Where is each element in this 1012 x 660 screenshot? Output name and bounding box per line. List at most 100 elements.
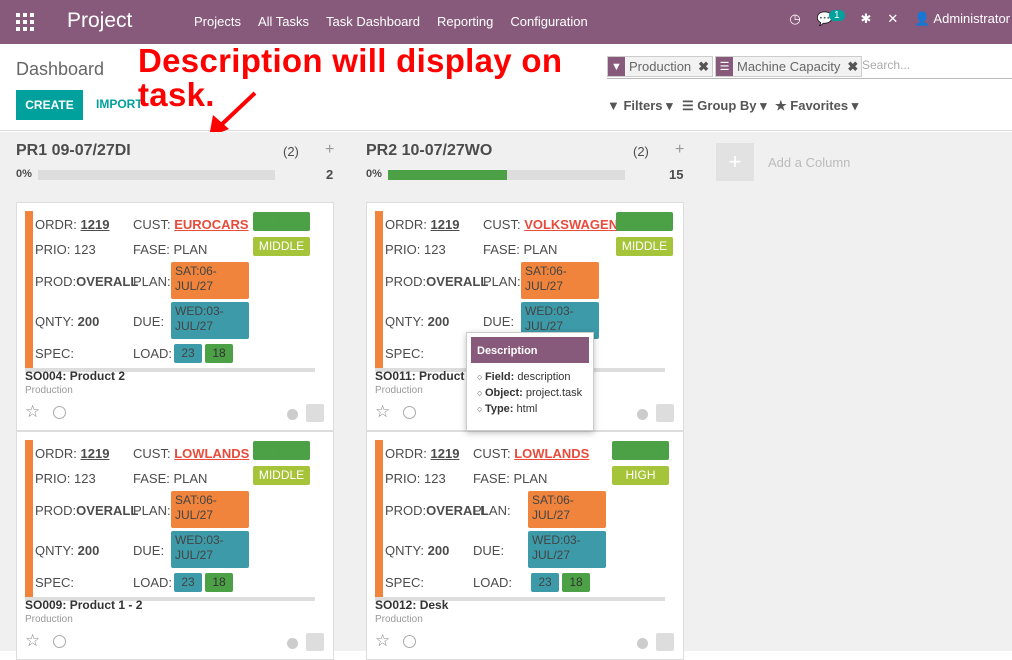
- priority-star-icon[interactable]: ☆: [375, 631, 390, 651]
- fase-field: FASE: PLAN: [133, 471, 207, 486]
- kanban-state-icon[interactable]: [287, 638, 298, 649]
- task-card[interactable]: ORDR: 1219 CUST: EUROCARS PROD PRIO: 123…: [16, 202, 334, 431]
- groupby-icon: ☰: [716, 57, 733, 76]
- ordr-value[interactable]: 1219: [431, 217, 460, 232]
- card-project: Production: [25, 385, 73, 396]
- ordr-label: ORDR:: [385, 217, 427, 232]
- column-title[interactable]: PR1 09-07/27DI: [16, 142, 131, 160]
- plan-tag: SAT:06-JUL/27: [171, 491, 249, 528]
- qnty-value: 200: [77, 314, 100, 329]
- cust-value[interactable]: EUROCARS: [174, 217, 248, 232]
- tools-icon[interactable]: ✕: [887, 11, 898, 27]
- fase-value: PLAN: [513, 471, 548, 486]
- favorites-label: Favorites: [790, 98, 849, 113]
- prio-field: PRIO: 123: [35, 471, 96, 486]
- cust-label: CUST:: [483, 217, 521, 232]
- activity-clock-icon[interactable]: ◷: [789, 11, 800, 27]
- column-percent: 0%: [366, 168, 382, 180]
- priority-star-icon[interactable]: ☆: [25, 402, 40, 422]
- activity-clock-icon[interactable]: [403, 406, 416, 419]
- menu-projects[interactable]: Projects: [194, 14, 241, 29]
- column-total: 15: [669, 167, 684, 182]
- facet-production[interactable]: ▼ Production ✖: [607, 56, 714, 77]
- prod-field: PROD:OVERALL: [35, 503, 138, 518]
- prio-label: PRIO:: [385, 242, 421, 257]
- menu-all-tasks[interactable]: All Tasks: [258, 14, 309, 29]
- prod-label: PROD:: [385, 274, 427, 289]
- activity-clock-icon[interactable]: [53, 406, 66, 419]
- qnty-field: QNTY: 200: [385, 314, 449, 329]
- chat-icon[interactable]: 💬1: [817, 10, 845, 27]
- cust-label: CUST:: [473, 446, 511, 461]
- card-title[interactable]: SO004: Product 2: [25, 369, 125, 383]
- assignee-avatar[interactable]: [306, 404, 324, 422]
- ordr-field: ORDR: 1219: [385, 217, 459, 232]
- create-button[interactable]: CREATE: [16, 90, 83, 120]
- remove-facet-icon[interactable]: ✖: [844, 57, 862, 76]
- cust-value[interactable]: LOWLANDS: [174, 446, 249, 461]
- cust-label: CUST:: [133, 446, 171, 461]
- due-label: DUE:: [133, 314, 165, 329]
- due-tag: WED:03-JUL/27: [171, 531, 249, 568]
- favorites-dropdown[interactable]: ★ Favorites ▾: [775, 98, 858, 114]
- ordr-value[interactable]: 1219: [81, 446, 110, 461]
- assignee-avatar[interactable]: [306, 633, 324, 651]
- ordr-label: ORDR:: [385, 446, 427, 461]
- add-column-button[interactable]: +: [716, 143, 754, 181]
- card-title[interactable]: SO012: Desk: [375, 598, 448, 612]
- column-progressbar[interactable]: [38, 170, 275, 180]
- priority-star-icon[interactable]: ☆: [375, 402, 390, 422]
- prod-label: PROD:: [35, 503, 77, 518]
- user-menu[interactable]: 👤 Administrator: [914, 11, 1010, 27]
- assignee-avatar[interactable]: [656, 404, 674, 422]
- ordr-value[interactable]: 1219: [81, 217, 110, 232]
- card-title[interactable]: SO011: Product: [375, 369, 464, 383]
- tooltip-object-value: project.task: [525, 387, 583, 399]
- prio-value: 123: [424, 471, 446, 486]
- prio-value: 123: [424, 242, 446, 257]
- prio-value: 123: [74, 242, 96, 257]
- app-switcher-icon[interactable]: [16, 13, 34, 31]
- cust-value[interactable]: LOWLANDS: [514, 446, 589, 461]
- debug-bug-icon[interactable]: ✱: [861, 11, 872, 27]
- activity-clock-icon[interactable]: [53, 635, 66, 648]
- cust-field: CUST: LOWLANDS: [133, 446, 249, 461]
- import-button[interactable]: IMPORT: [96, 97, 143, 111]
- qnty-label: QNTY:: [385, 543, 425, 558]
- activity-clock-icon[interactable]: [403, 635, 416, 648]
- due-label: DUE:: [473, 543, 505, 558]
- kanban-state-icon[interactable]: [637, 409, 648, 420]
- menu-configuration[interactable]: Configuration: [510, 14, 587, 29]
- prio-field: PRIO: 123: [385, 242, 446, 257]
- stage-tag: PROD: [253, 212, 310, 231]
- search-input[interactable]: Search...: [862, 58, 910, 72]
- kanban-state-icon[interactable]: [637, 638, 648, 649]
- task-card[interactable]: ORDR: 1219 CUST: LOWLANDS PROD PRIO: 123…: [366, 431, 684, 660]
- column-title[interactable]: PR2 10-07/27WO: [366, 142, 492, 160]
- remove-facet-icon[interactable]: ✖: [695, 57, 713, 76]
- ordr-value[interactable]: 1219: [431, 446, 460, 461]
- ordr-field: ORDR: 1219: [35, 446, 109, 461]
- tooltip-type: Type: html: [477, 403, 582, 415]
- quick-create-icon[interactable]: +: [325, 141, 334, 159]
- menu-task-dashboard[interactable]: Task Dashboard: [326, 14, 420, 29]
- facet-machine-capacity[interactable]: ☰ Machine Capacity ✖: [715, 56, 863, 77]
- plan-tag: SAT:06-JUL/27: [521, 262, 599, 299]
- quick-create-icon[interactable]: +: [675, 141, 684, 159]
- task-card[interactable]: ORDR: 1219 CUST: LOWLANDS PROD PRIO: 123…: [16, 431, 334, 660]
- control-panel: Dashboard CREATE IMPORT Description will…: [0, 44, 1012, 137]
- filters-dropdown[interactable]: ▼ Filters ▾: [607, 98, 673, 114]
- add-column-label[interactable]: Add a Column: [768, 155, 850, 170]
- column-progressbar[interactable]: [388, 170, 625, 180]
- assignee-avatar[interactable]: [656, 633, 674, 651]
- cust-field: CUST: LOWLANDS: [473, 446, 589, 461]
- load-tag-2: 18: [205, 344, 233, 363]
- menu-reporting[interactable]: Reporting: [437, 14, 493, 29]
- cust-value[interactable]: VOLKSWAGEN: [524, 217, 618, 232]
- card-title[interactable]: SO009: Product 1 - 2: [25, 598, 142, 612]
- priority-star-icon[interactable]: ☆: [25, 631, 40, 651]
- kanban-state-icon[interactable]: [287, 409, 298, 420]
- plan-tag: SAT:06-JUL/27: [171, 262, 249, 299]
- groupby-dropdown[interactable]: ☰ Group By ▾: [682, 98, 767, 114]
- spec-label: SPEC:: [35, 346, 75, 361]
